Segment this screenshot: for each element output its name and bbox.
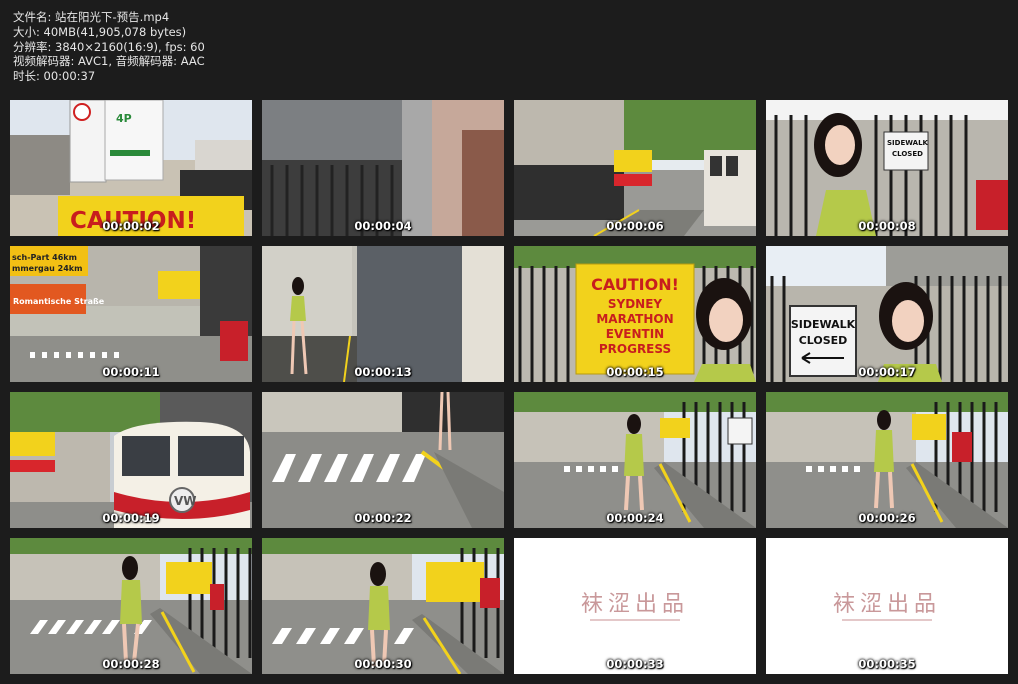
thumbnail-image [514, 392, 756, 528]
thumbnail-image: SIDEWALK CLOSED [766, 246, 1008, 382]
sidewalk-line-2: CLOSED [799, 334, 848, 347]
svg-text:VW: VW [174, 494, 197, 508]
file-codec: 视频解码器: AVC1, 音频解码器: AAC [13, 54, 205, 69]
thumbnail-image: SIDEWALK CLOSED [766, 100, 1008, 236]
svg-text:sch-Part 46km: sch-Part 46km [12, 253, 77, 262]
brand-subtitle [514, 618, 756, 622]
thumbnail-timestamp: 00:00:33 [606, 657, 664, 671]
thumbnail-grid: 4P CAUTION! 00:00:02 00:00:04 00:00:06 S… [10, 100, 1008, 674]
thumbnail-timestamp: 00:00:08 [858, 219, 916, 233]
brand-subtitle [766, 618, 1008, 622]
thumbnail-image [262, 538, 504, 674]
caution-line-1: CAUTION! [591, 275, 679, 294]
thumbnail-timestamp: 00:00:22 [354, 511, 412, 525]
file-resolution: 分辨率: 3840×2160(16:9), fps: 60 [13, 39, 205, 54]
thumbnail-image [262, 246, 504, 382]
thumbnail-timestamp: 00:00:11 [102, 365, 160, 379]
caution-line-5: PROGRESS [599, 342, 671, 356]
svg-text:SIDEWALK: SIDEWALK [887, 139, 929, 147]
thumbnail-timestamp: 00:00:30 [354, 657, 412, 671]
thumbnail[interactable]: sch-Part 46km mmergau 24km Romantische S… [10, 246, 252, 382]
thumbnail-image: sch-Part 46km mmergau 24km Romantische S… [10, 246, 252, 382]
thumbnail[interactable]: 00:00:13 [262, 246, 504, 382]
svg-text:mmergau 24km: mmergau 24km [12, 264, 82, 273]
thumbnail-image [766, 392, 1008, 528]
thumbnail[interactable]: 00:00:04 [262, 100, 504, 236]
thumbnail-timestamp: 00:00:15 [606, 365, 664, 379]
thumbnail-timestamp: 00:00:28 [102, 657, 160, 671]
thumbnail[interactable]: SIDEWALK CLOSED 00:00:17 [766, 246, 1008, 382]
thumbnail-timestamp: 00:00:24 [606, 511, 664, 525]
brand-title: 袜涩出品 [580, 592, 689, 617]
thumbnail-timestamp: 00:00:26 [858, 511, 916, 525]
thumbnail-timestamp: 00:00:35 [858, 657, 916, 671]
thumbnail[interactable]: 00:00:24 [514, 392, 756, 528]
thumbnail-image: CAUTION! SYDNEY MARATHON EVENTIN PROGRES… [514, 246, 756, 382]
caution-line-3: MARATHON [596, 312, 673, 326]
thumbnail-timestamp: 00:00:17 [858, 365, 916, 379]
thumbnail[interactable]: VW 00:00:19 [10, 392, 252, 528]
thumbnail[interactable]: 00:00:06 [514, 100, 756, 236]
thumbnail-image [10, 538, 252, 674]
thumbnail[interactable]: 袜涩出品 00:00:33 [514, 538, 756, 674]
thumbnail-timestamp: 00:00:06 [606, 219, 664, 233]
direction-sign-text: Romantische Straße [13, 297, 105, 306]
svg-text:CLOSED: CLOSED [892, 150, 923, 158]
thumbnail[interactable]: 4P CAUTION! 00:00:02 [10, 100, 252, 236]
thumbnail-timestamp: 00:00:13 [354, 365, 412, 379]
file-info-panel: 文件名: 站在阳光下-预告.mp4 大小: 40MB(41,905,078 by… [13, 10, 205, 84]
thumbnail-image: VW [10, 392, 252, 528]
brand-title: 袜涩出品 [832, 592, 941, 617]
thumbnail[interactable]: 00:00:22 [262, 392, 504, 528]
thumbnail[interactable]: 00:00:28 [10, 538, 252, 674]
thumbnail-timestamp: 00:00:02 [102, 219, 160, 233]
thumbnail-image [514, 100, 756, 236]
thumbnail[interactable]: CAUTION! SYDNEY MARATHON EVENTIN PROGRES… [514, 246, 756, 382]
thumbnail[interactable]: 00:00:26 [766, 392, 1008, 528]
thumbnail[interactable]: 袜涩出品 00:00:35 [766, 538, 1008, 674]
thumbnail[interactable]: 00:00:30 [262, 538, 504, 674]
sidewalk-line-1: SIDEWALK [791, 318, 856, 331]
thumbnail-timestamp: 00:00:19 [102, 511, 160, 525]
svg-text:4P: 4P [116, 112, 132, 125]
thumbnail-timestamp: 00:00:04 [354, 219, 412, 233]
file-duration: 时长: 00:00:37 [13, 69, 96, 84]
file-name: 文件名: 站在阳光下-预告.mp4 [13, 10, 170, 24]
caution-line-4: EVENTIN [606, 327, 664, 341]
thumbnail-image [262, 100, 504, 236]
thumbnail-image [262, 392, 504, 528]
file-size: 大小: 40MB(41,905,078 bytes) [13, 24, 187, 39]
caution-line-2: SYDNEY [608, 297, 663, 311]
thumbnail-image: 4P CAUTION! [10, 100, 252, 236]
thumbnail[interactable]: SIDEWALK CLOSED 00:00:08 [766, 100, 1008, 236]
